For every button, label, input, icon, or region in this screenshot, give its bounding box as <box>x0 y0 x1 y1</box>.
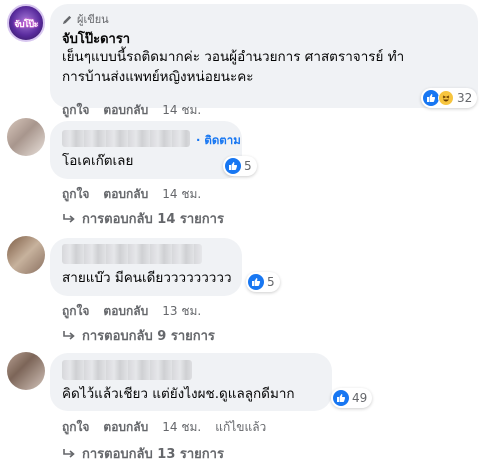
view-replies-link[interactable]: การตอบกลับ 13 รายการ <box>62 443 224 463</box>
reply-arrow-icon <box>63 448 75 458</box>
reply-button[interactable]: ตอบกลับ <box>103 418 148 437</box>
user-avatar[interactable] <box>7 352 45 390</box>
reply-button[interactable]: ตอบกลับ <box>103 302 148 321</box>
like-button[interactable]: ถูกใจ <box>62 418 89 437</box>
follow-link[interactable]: · ติดตาม <box>196 132 241 150</box>
comment-text: เย็นๆแบบนี้รถติดมากค่ะ วอนผู้อำนวยการ ศา… <box>62 47 472 87</box>
like-icon <box>423 90 439 106</box>
like-button[interactable]: ถูกใจ <box>62 101 89 120</box>
reaction-summary[interactable]: 5 <box>246 272 280 292</box>
view-replies-link[interactable]: การตอบกลับ 14 รายการ <box>62 208 224 229</box>
comment-text: สายแบ๊ว มีคนเดียววววววววว <box>62 270 232 286</box>
author-badge: ผู้เขียน <box>62 10 109 28</box>
pen-icon <box>62 15 72 24</box>
view-replies-link[interactable]: การตอบกลับ 9 รายการ <box>62 325 215 346</box>
comment-timestamp[interactable]: 14 ชม. <box>162 418 201 437</box>
author-badge-label: ผู้เขียน <box>77 13 109 26</box>
comment-timestamp[interactable]: 13 ชม. <box>162 302 201 321</box>
blurred-author-name[interactable] <box>62 244 202 264</box>
reaction-count: 5 <box>267 275 275 289</box>
comment-author-name[interactable]: จับโป๊ะดารา <box>62 28 130 49</box>
comment-text-line: เย็นๆแบบนี้รถติดมากค่ะ วอนผู้อำนวยการ ศา… <box>62 49 405 65</box>
reply-button[interactable]: ตอบกลับ <box>103 101 148 120</box>
reaction-summary[interactable]: 49 <box>331 388 373 408</box>
haha-icon <box>438 90 454 106</box>
page-avatar[interactable]: จับโป๊ะ <box>7 4 45 42</box>
replies-count-label[interactable]: การตอบกลับ 13 รายการ <box>82 443 224 463</box>
reply-arrow-icon <box>63 330 75 340</box>
reply-arrow-icon <box>63 213 75 223</box>
blurred-author-name[interactable] <box>62 130 190 147</box>
replies-count-label[interactable]: การตอบกลับ 9 รายการ <box>82 325 215 346</box>
comment-text: คิดไว้แล้วเชียว แต่ยังไงผช.ดูแลลูกดีมาก <box>62 386 295 402</box>
reply-button[interactable]: ตอบกลับ <box>103 185 148 204</box>
reaction-summary[interactable]: 5 <box>223 156 257 176</box>
reaction-count: 32 <box>457 91 473 105</box>
comment-actions: ถูกใจ ตอบกลับ 13 ชม. <box>62 302 201 321</box>
user-avatar[interactable] <box>7 236 45 274</box>
comment-text-line: การบ้านส่งแพทย์หญิงหน่อยนะคะ <box>62 69 254 85</box>
comment-timestamp[interactable]: 14 ชม. <box>162 101 201 120</box>
avatar-logo-text: จับโป๊ะ <box>14 20 38 30</box>
reaction-count: 49 <box>352 391 368 405</box>
blurred-author-name[interactable] <box>62 360 192 380</box>
comment-text: โอเคเก๊ตเลย <box>62 153 134 169</box>
like-icon <box>225 158 241 174</box>
user-avatar[interactable] <box>7 118 45 156</box>
comment-actions: ถูกใจ ตอบกลับ 14 ชม. <box>62 101 201 120</box>
like-button[interactable]: ถูกใจ <box>62 185 89 204</box>
comment-timestamp[interactable]: 14 ชม. <box>162 185 201 204</box>
replies-count-label[interactable]: การตอบกลับ 14 รายการ <box>82 208 224 229</box>
reaction-summary[interactable]: 32 <box>421 88 478 108</box>
reaction-count: 5 <box>244 159 252 173</box>
like-button[interactable]: ถูกใจ <box>62 302 89 321</box>
edited-label: แก้ไขแล้ว <box>215 420 267 434</box>
comment-actions: ถูกใจ ตอบกลับ 14 ชม. <box>62 185 201 204</box>
like-icon <box>248 274 264 290</box>
comment-actions: ถูกใจ ตอบกลับ 14 ชม. แก้ไขแล้ว <box>62 418 266 437</box>
like-icon <box>333 390 349 406</box>
